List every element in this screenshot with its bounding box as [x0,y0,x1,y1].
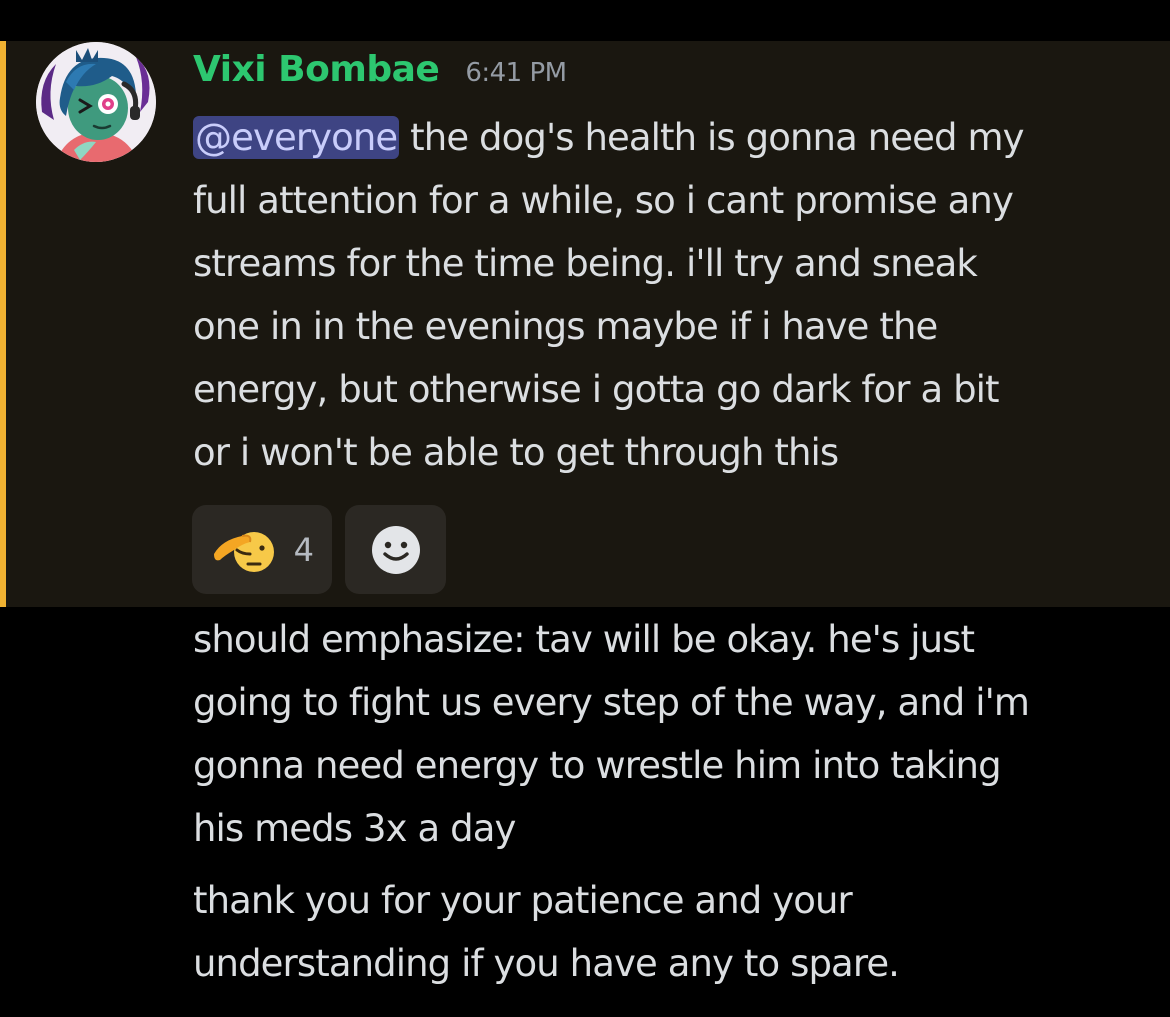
mention-highlight-bar [0,41,6,607]
message-line: full attention for a while, so i cant pr… [193,179,1014,222]
everyone-mention[interactable]: @everyone [193,116,400,159]
message-line: @everyone the dog's health is gonna need… [193,106,1153,169]
message-line: streams for the time being. i'll try and… [193,242,978,285]
message-line: going to fight us every step of the way,… [193,681,1030,724]
message-header: Vixi Bombae 6:41 PM [193,49,567,101]
add-reaction-button[interactable] [345,505,446,594]
message-line-text: the dog's health is gonna need my [399,116,1024,159]
message-line: should emphasize: tav will be okay. he's… [193,618,975,661]
message-line: energy, but otherwise i gotta go dark fo… [193,368,1000,411]
reaction-salute[interactable]: 4 [192,505,332,594]
smiley-icon [371,525,420,574]
message-line: understanding if you have any to spare. [193,942,900,985]
author-name[interactable]: Vixi Bombae [193,49,440,90]
followup-message: should emphasize: tav will be okay. he's… [193,608,1153,860]
avatar-illustration [36,42,156,162]
message-line: thank you for your patience and your [193,879,853,922]
message-line: or i won't be able to get through this [193,431,839,474]
top-strip [0,0,1170,41]
message-line: one in in the evenings maybe if i have t… [193,305,938,348]
avatar[interactable] [36,42,156,162]
message-timestamp[interactable]: 6:41 PM [465,58,567,88]
reactions-bar: 4 [192,505,446,594]
salute-emoji [214,531,274,572]
message-line: his meds 3x a day [193,807,516,850]
message-content: @everyone the dog's health is gonna need… [193,106,1153,484]
followup-message: thank you for your patience and your und… [193,869,1153,995]
message-line: gonna need energy to wrestle him into ta… [193,744,1002,787]
reaction-count: 4 [293,530,314,569]
